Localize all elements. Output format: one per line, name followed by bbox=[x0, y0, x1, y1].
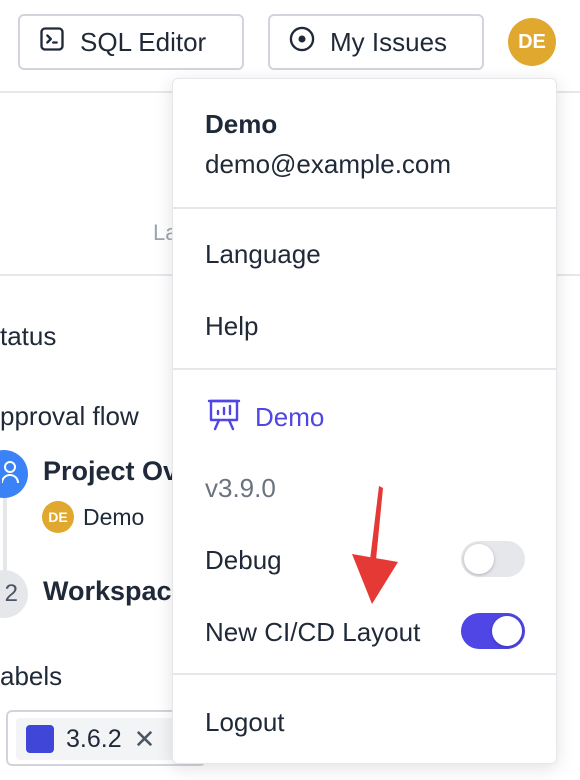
annotation-arrow-icon bbox=[352, 486, 398, 604]
terminal-icon bbox=[38, 25, 66, 60]
user-avatar-button[interactable]: DE bbox=[508, 18, 556, 66]
label-chip: 3.6.2 ✕ bbox=[16, 718, 186, 760]
menu-item-new-cicd-layout-label: New CI/CD Layout bbox=[205, 617, 421, 647]
menu-item-workspace-demo[interactable]: Demo bbox=[207, 397, 324, 438]
labels-heading: abels bbox=[0, 661, 63, 691]
menu-divider bbox=[173, 368, 556, 370]
user-dropdown-menu: Demo demo@example.com Language Help Demo… bbox=[172, 78, 557, 764]
toggle-knob bbox=[492, 616, 522, 646]
menu-user-email: demo@example.com bbox=[205, 149, 452, 179]
approval-step-connector bbox=[3, 492, 7, 572]
target-circle-icon bbox=[288, 25, 316, 60]
presentation-icon bbox=[207, 397, 241, 438]
version-label: v3.9.0 bbox=[205, 473, 276, 503]
menu-divider bbox=[173, 207, 556, 209]
debug-toggle[interactable] bbox=[461, 541, 525, 577]
approval-step-1-title: Project Ov bbox=[43, 456, 179, 486]
approval-flow-heading: pproval flow bbox=[0, 401, 139, 431]
menu-item-debug-label: Debug bbox=[205, 545, 282, 575]
close-icon[interactable]: ✕ bbox=[134, 724, 156, 755]
approval-step-1-marker bbox=[0, 450, 28, 498]
menu-divider bbox=[173, 673, 556, 675]
my-issues-button[interactable]: My Issues bbox=[268, 14, 484, 70]
menu-item-help[interactable]: Help bbox=[205, 311, 258, 342]
step-number: 2 bbox=[4, 580, 18, 607]
toggle-knob bbox=[464, 544, 494, 574]
sql-editor-button[interactable]: SQL Editor bbox=[18, 14, 244, 70]
menu-item-logout[interactable]: Logout bbox=[205, 707, 285, 738]
approval-step-2-marker: 2 bbox=[0, 570, 28, 618]
status-heading: tatus bbox=[0, 321, 57, 351]
user-icon bbox=[1, 460, 22, 489]
app-root: SQL Editor My Issues DE La tatus pproval… bbox=[0, 0, 580, 780]
workspace-name: Demo bbox=[255, 402, 325, 432]
sql-editor-label: SQL Editor bbox=[80, 26, 207, 57]
menu-user-name: Demo bbox=[205, 109, 278, 139]
new-cicd-layout-toggle[interactable] bbox=[461, 613, 525, 649]
label-chip-text: 3.6.2 bbox=[66, 724, 122, 753]
approver-name: Demo bbox=[83, 504, 145, 530]
menu-item-language[interactable]: Language bbox=[205, 239, 321, 270]
my-issues-label: My Issues bbox=[330, 26, 448, 57]
approver-avatar: DE bbox=[42, 501, 74, 533]
label-color-swatch bbox=[26, 725, 54, 753]
approval-step-2-title: Workspac bbox=[43, 576, 172, 606]
